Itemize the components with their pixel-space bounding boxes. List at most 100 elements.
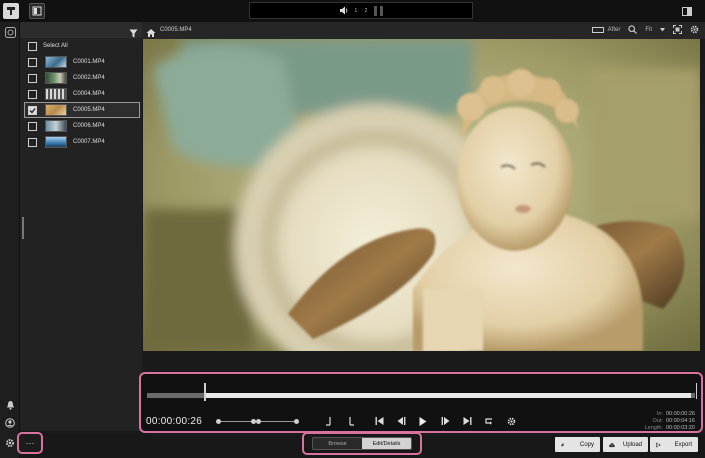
step-forward-button[interactable] [439,415,451,427]
zoom-slider-knob[interactable] [256,419,261,424]
play-icon [419,416,427,426]
file-checkbox[interactable] [28,137,37,147]
file-thumbnail [45,72,67,84]
file-checkbox[interactable] [28,73,37,83]
home-icon [146,29,156,37]
upload-button[interactable]: Upload [603,437,648,452]
panel-toggle-button[interactable] [29,3,45,19]
audio-level-bars [374,5,384,16]
upload-icon [609,442,615,447]
app-menu-icon [7,7,15,15]
select-all-row[interactable]: Select All [20,38,142,54]
account-icon [5,418,15,428]
select-all-label: Select All [43,43,68,49]
compare-toggle[interactable]: After [591,26,621,33]
file-name: C0005.MP4 [73,107,105,113]
length-value: 00:00:03:20 [665,425,695,431]
checkmark-icon [29,107,36,113]
in-label: In: [656,411,663,417]
right-panel-icon [682,6,692,16]
fullscreen-icon[interactable] [673,25,682,34]
playhead[interactable] [203,383,206,401]
file-row[interactable]: C0006.MP4 [20,118,142,134]
file-checkbox[interactable] [28,89,37,99]
step-back-button[interactable] [395,415,407,427]
file-checkbox-checked[interactable] [28,105,37,115]
breadcrumb: C0005.MP4 [160,27,192,33]
playback-controls [323,415,517,427]
notification-icon [6,401,14,410]
zoom-value: Fit [645,26,652,33]
upload-label: Upload [622,441,642,448]
app-window: 1 2 Select All C0001.MP4 C0002.MP4 C0004… [0,0,705,458]
timeline-settings-button[interactable] [505,415,517,427]
magnifier-icon[interactable] [628,25,638,34]
filter-icon [129,29,138,38]
zoom-slider-min-knob[interactable] [216,419,221,424]
zoom-slider-max-knob[interactable] [294,419,299,424]
mark-in-button[interactable] [323,415,335,427]
app-menu-button[interactable] [3,3,19,19]
file-row[interactable]: C0004.MP4 [20,86,142,102]
compare-frame-icon [591,26,604,33]
file-thumbnail [45,136,67,148]
loop-icon [485,418,492,425]
clip-rail-button[interactable] [3,25,17,39]
file-checkbox[interactable] [28,121,37,131]
file-row[interactable]: C0007.MP4 [20,134,142,150]
browse-mode-tab[interactable]: Browse [313,438,362,449]
more-options-button[interactable]: ··· [17,432,43,454]
file-row-selected[interactable]: C0005.MP4 [24,102,140,118]
settings-icon [6,439,14,447]
settings-button[interactable] [3,436,17,450]
timeline-zoom-slider[interactable] [216,419,299,424]
panel-toggle-icon [32,6,42,16]
file-checkbox[interactable] [28,57,37,67]
notification-button[interactable] [3,398,17,412]
select-all-checkbox[interactable] [28,41,37,51]
file-name: C0001.MP4 [73,59,105,65]
gear-icon[interactable] [690,25,699,34]
chevron-down-icon [660,27,665,31]
panel-resize-handle[interactable] [22,217,24,239]
file-row[interactable]: C0002.MP4 [20,70,142,86]
viewer-header: C0005.MP4 After Fit [142,22,705,39]
export-label: Export [674,441,692,448]
copy-label: Copy [579,441,594,448]
video-preview[interactable] [143,39,700,351]
compare-label: After [607,26,621,33]
go-to-end-icon [463,417,471,425]
mark-out-button[interactable] [345,415,357,427]
play-button[interactable] [417,415,429,427]
file-name: C0004.MP4 [73,91,105,97]
edit-details-mode-tab[interactable]: Edit/Details [362,438,411,449]
loop-button[interactable] [483,415,495,427]
file-name: C0007.MP4 [73,139,105,145]
timeline-panel: 00:00:00:26 In: 00:00:00:26 Out: 00:00:0… [139,372,703,433]
gear-icon [507,417,515,425]
go-to-start-button[interactable] [373,415,385,427]
go-to-end-button[interactable] [461,415,473,427]
step-back-icon [397,417,405,425]
file-name: C0002.MP4 [73,75,105,81]
right-panel-button[interactable] [679,3,695,19]
copy-button[interactable]: Copy [555,437,600,452]
current-timecode: 00:00:00:26 [146,416,203,427]
export-button[interactable]: Export [650,437,698,452]
step-forward-icon [441,417,449,425]
file-list-panel: Select All C0001.MP4 C0002.MP4 C0004.MP4… [20,22,142,431]
account-button[interactable] [3,416,17,430]
copy-icon [561,443,564,446]
file-thumbnail [45,120,67,132]
export-icon [656,442,661,447]
file-thumbnail [45,88,67,100]
zoom-select[interactable]: Fit [645,27,665,33]
file-row[interactable]: C0001.MP4 [20,54,142,70]
mark-out-icon [349,417,354,426]
timeline-end-marker[interactable] [696,383,697,399]
file-thumbnail [45,56,67,68]
left-rail [0,22,20,458]
out-value: 00:00:04:16 [665,418,695,424]
audio-channel-label: 1 2 [354,7,371,14]
timeline-range [204,393,691,398]
